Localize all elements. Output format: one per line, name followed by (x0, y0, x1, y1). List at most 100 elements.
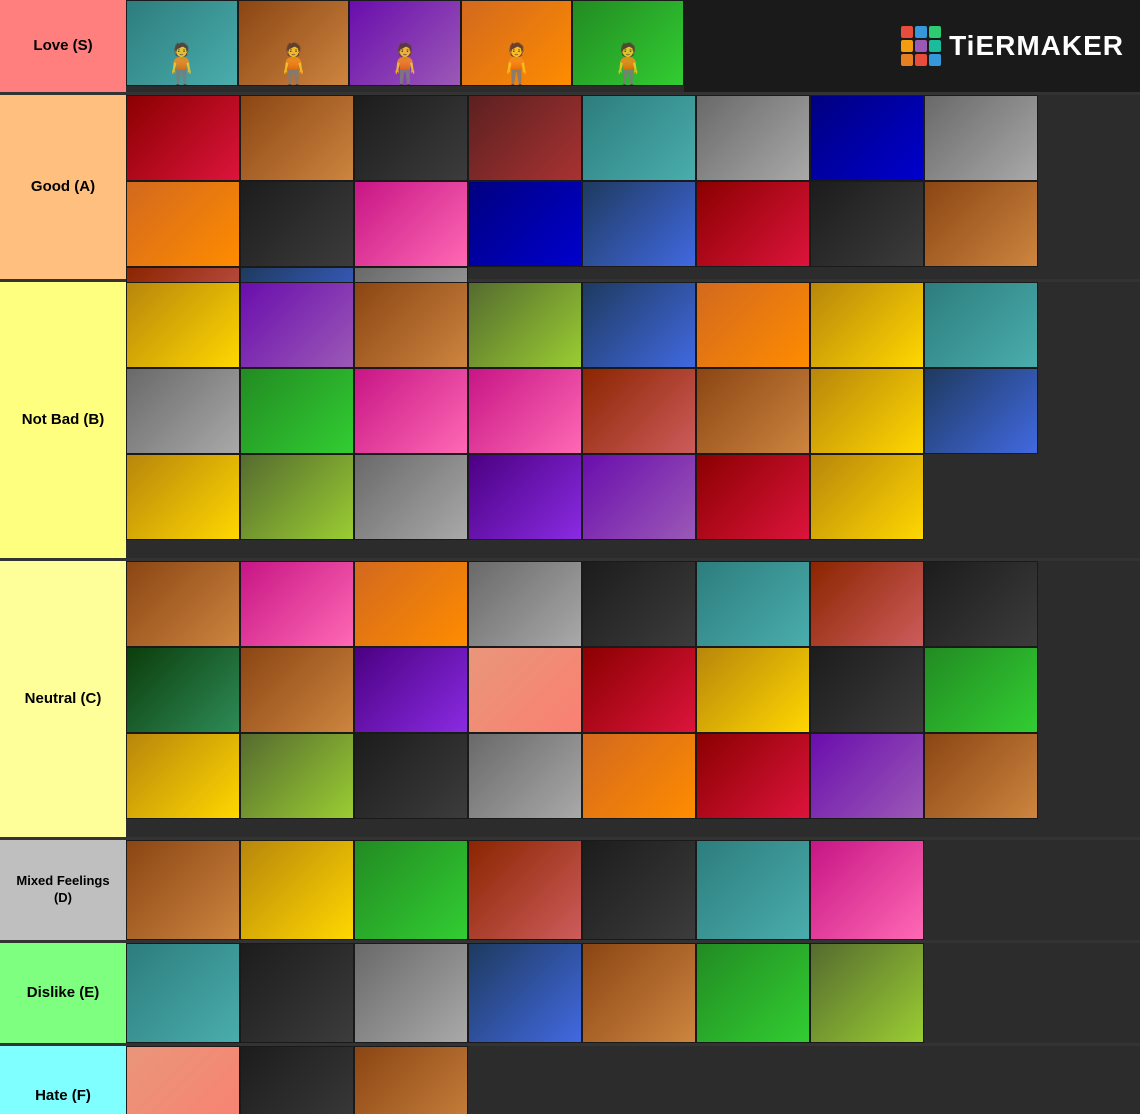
char-cell (240, 368, 354, 454)
char-cell: 🧍 (349, 0, 461, 86)
char-cell (582, 454, 696, 540)
char-cell (240, 95, 354, 181)
tier-label-hate-f: Hate (F) (0, 1046, 126, 1114)
char-cell (468, 943, 582, 1043)
char-cell (240, 733, 354, 819)
char-cell (126, 282, 240, 368)
char-cell (696, 181, 810, 267)
char-cell (354, 733, 468, 819)
char-cell (126, 454, 240, 540)
tiermaker-logo: TiERMAKER (901, 26, 1124, 66)
char-cell (696, 943, 810, 1043)
char-cell (126, 733, 240, 819)
char-cell (810, 733, 924, 819)
char-cell (126, 943, 240, 1043)
tier-label-dislike-e: Dislike (E) (0, 943, 126, 1043)
char-cell (468, 95, 582, 181)
char-cell (240, 647, 354, 733)
char-cell (468, 282, 582, 368)
tier-row-hate-f: Hate (F) (0, 1046, 1140, 1114)
char-cell (810, 282, 924, 368)
char-cell (696, 454, 810, 540)
char-cell: 🧍 (572, 0, 684, 86)
tier-row-notbad-b: Not Bad (B) (0, 282, 1140, 561)
char-cell (696, 282, 810, 368)
char-cell (354, 647, 468, 733)
tier-label-love-s: Love (S) (0, 0, 126, 92)
char-cell (354, 282, 468, 368)
char-cell (582, 840, 696, 940)
char-cell (810, 943, 924, 1043)
char-cell: 🧍 (126, 0, 238, 86)
char-cell (582, 647, 696, 733)
char-cell (924, 95, 1038, 181)
char-cell (468, 840, 582, 940)
tier-label-good-a: Good (A) (0, 95, 126, 279)
char-cell (126, 181, 240, 267)
char-cell (240, 561, 354, 647)
char-cell (582, 561, 696, 647)
tier-row-dislike-e: Dislike (E) (0, 943, 1140, 1046)
tier-row-mixed-d: Mixed Feelings (D) (0, 840, 1140, 943)
char-cell (582, 943, 696, 1043)
char-cell (240, 943, 354, 1043)
char-cell (468, 454, 582, 540)
char-cell (582, 282, 696, 368)
char-cell (240, 840, 354, 940)
char-cell (126, 368, 240, 454)
char-cell (354, 561, 468, 647)
char-cell (810, 454, 924, 540)
char-cell (924, 368, 1038, 454)
char-cell (696, 95, 810, 181)
char-cell (810, 368, 924, 454)
char-cell (924, 733, 1038, 819)
char-cell (126, 561, 240, 647)
char-cell (810, 840, 924, 940)
char-cell (696, 561, 810, 647)
char-cell (126, 1046, 240, 1114)
char-cell (696, 840, 810, 940)
char-cell (354, 95, 468, 181)
char-cell (240, 454, 354, 540)
tier-label-mixed-d: Mixed Feelings (D) (0, 840, 126, 940)
char-cell (126, 840, 240, 940)
char-cell (582, 733, 696, 819)
char-cell (810, 181, 924, 267)
char-cell (810, 647, 924, 733)
char-cell (354, 840, 468, 940)
char-cell (582, 368, 696, 454)
tier-row-good-a: Good (A) (0, 95, 1140, 282)
char-cell (354, 181, 468, 267)
char-cell (924, 647, 1038, 733)
char-cell (240, 1046, 354, 1114)
char-cell (924, 181, 1038, 267)
char-cell (924, 282, 1038, 368)
char-cell (240, 282, 354, 368)
tier-label-notbad-b: Not Bad (B) (0, 282, 126, 558)
char-cell (354, 1046, 468, 1114)
char-cell (468, 368, 582, 454)
tier-row-love-s: Love (S) 🧍 🧍 🧍 🧍 🧍 (0, 0, 1140, 95)
char-cell (354, 454, 468, 540)
tier-label-neutral-c: Neutral (C) (0, 561, 126, 837)
char-cell (810, 561, 924, 647)
char-cell (126, 95, 240, 181)
char-cell (240, 181, 354, 267)
char-cell (126, 647, 240, 733)
char-cell (468, 647, 582, 733)
char-cell (468, 561, 582, 647)
char-cell (468, 181, 582, 267)
char-cell: 🧍 (461, 0, 573, 86)
logo-text: TiERMAKER (949, 30, 1124, 62)
char-cell (354, 943, 468, 1043)
char-cell (696, 733, 810, 819)
char-cell (582, 95, 696, 181)
char-cell (696, 368, 810, 454)
char-cell (696, 647, 810, 733)
char-cell: 🧍 (238, 0, 350, 86)
char-cell (468, 733, 582, 819)
tier-row-neutral-c: Neutral (C) (0, 561, 1140, 840)
char-cell (924, 561, 1038, 647)
logo-grid-icon (901, 26, 941, 66)
char-cell (582, 181, 696, 267)
